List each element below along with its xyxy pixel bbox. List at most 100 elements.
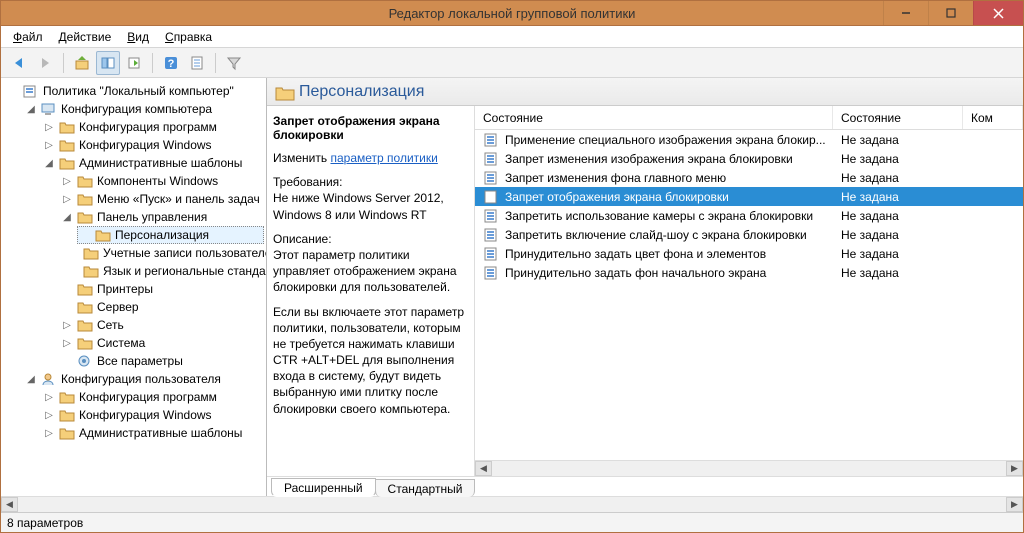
collapse-icon[interactable]: ◢ (25, 103, 37, 115)
expand-icon[interactable]: ▷ (43, 391, 55, 403)
expand-icon[interactable]: ▷ (61, 319, 73, 331)
menu-action[interactable]: Действие (53, 28, 118, 46)
close-button[interactable] (973, 1, 1023, 25)
minimize-button[interactable] (883, 1, 928, 25)
window-body: Файл Действие Вид Справка ? (0, 26, 1024, 533)
status-text: 8 параметров (7, 516, 83, 530)
window-title: Редактор локальной групповой политики (389, 6, 636, 21)
tree-network[interactable]: ▷Сеть (59, 316, 264, 334)
tree-control-panel[interactable]: ◢Панель управления (59, 208, 264, 226)
policy-name-text: Принудительно задать фон начального экра… (505, 266, 766, 280)
export-button[interactable] (122, 51, 146, 75)
policy-row[interactable]: Запретить использование камеры с экрана … (475, 206, 1023, 225)
tree-start-taskbar[interactable]: ▷Меню «Пуск» и панель задач (59, 190, 264, 208)
menu-file[interactable]: Файл (7, 28, 49, 46)
expand-icon[interactable]: ▷ (43, 409, 55, 421)
folder-icon (95, 228, 111, 242)
edit-line: Изменить параметр политики (273, 150, 464, 166)
window-buttons (883, 1, 1023, 25)
tree-win-config[interactable]: ▷Конфигурация Windows (41, 136, 264, 154)
user-icon (41, 372, 57, 386)
maximize-button[interactable] (928, 1, 973, 25)
policy-name-cell: Применение специального изображения экра… (475, 132, 833, 148)
content: Политика "Локальный компьютер" ◢ Конфигу… (1, 78, 1023, 496)
policy-icon (483, 170, 499, 186)
scroll-track[interactable] (492, 461, 1006, 476)
policy-row[interactable]: Применение специального изображения экра… (475, 130, 1023, 149)
tree-u-admin-tpl[interactable]: ▷Административные шаблоны (41, 424, 264, 442)
menu-help[interactable]: Справка (159, 28, 218, 46)
tree-user-config[interactable]: ◢Конфигурация пользователя (23, 370, 264, 388)
folder-icon (77, 318, 93, 332)
back-button[interactable] (7, 51, 31, 75)
policy-row[interactable]: Принудительно задать цвет фона и элемент… (475, 244, 1023, 263)
collapse-icon[interactable]: ◢ (61, 211, 73, 223)
tree-admin-templates[interactable]: ◢Административные шаблоны (41, 154, 264, 172)
policy-row[interactable]: Запрет отображения экрана блокировкиНе з… (475, 187, 1023, 206)
up-button[interactable] (70, 51, 94, 75)
menu-view[interactable]: Вид (121, 28, 155, 46)
tree-u-win-config[interactable]: ▷Конфигурация Windows (41, 406, 264, 424)
properties-button[interactable] (185, 51, 209, 75)
folder-icon (83, 264, 99, 278)
description-text: Описание: Этот параметр политики управля… (273, 231, 464, 296)
tree-computer-config[interactable]: ◢ Конфигурация компьютера (23, 100, 264, 118)
folder-icon (59, 390, 75, 404)
scroll-track[interactable] (18, 497, 1006, 512)
tree-root[interactable]: Политика "Локальный компьютер" (5, 82, 264, 100)
column-comment[interactable]: Ком (963, 106, 1023, 129)
tree-server[interactable]: Сервер (59, 298, 264, 316)
policy-state-cell: Не задана (833, 171, 963, 185)
tree-pane[interactable]: Политика "Локальный компьютер" ◢ Конфигу… (1, 78, 267, 496)
tree-printers[interactable]: Принтеры (59, 280, 264, 298)
expand-icon[interactable]: ▷ (61, 337, 73, 349)
filter-button[interactable] (222, 51, 246, 75)
policy-state-cell: Не задана (833, 190, 963, 204)
scroll-left-button[interactable]: ◀ (475, 461, 492, 476)
tree-system[interactable]: ▷Система (59, 334, 264, 352)
folder-icon (59, 156, 75, 170)
policy-name-cell: Принудительно задать цвет фона и элемент… (475, 246, 833, 262)
tab-standard[interactable]: Стандартный (375, 479, 476, 497)
column-headers: Состояние Состояние Ком (475, 106, 1023, 130)
tree: Политика "Локальный компьютер" ◢ Конфигу… (3, 82, 264, 442)
policy-name-text: Запрет изменения фона главного меню (505, 171, 726, 185)
scroll-left-button[interactable]: ◀ (1, 497, 18, 512)
outer-horizontal-scrollbar[interactable]: ◀ ▶ (1, 496, 1023, 512)
policy-name-cell: Запрет отображения экрана блокировки (475, 189, 833, 205)
tree-personalization[interactable]: Персонализация (77, 226, 264, 244)
expand-icon[interactable]: ▷ (61, 175, 73, 187)
forward-button[interactable] (33, 51, 57, 75)
expand-icon[interactable]: ▷ (43, 139, 55, 151)
folder-icon (59, 426, 75, 440)
expand-icon[interactable]: ▷ (43, 121, 55, 133)
policy-state-cell: Не задана (833, 133, 963, 147)
scroll-right-button[interactable]: ▶ (1006, 461, 1023, 476)
collapse-icon[interactable]: ◢ (25, 373, 37, 385)
horizontal-scrollbar[interactable]: ◀ ▶ (475, 460, 1023, 476)
policy-name-text: Запретить использование камеры с экрана … (505, 209, 813, 223)
help-button[interactable]: ? (159, 51, 183, 75)
tree-all-params[interactable]: Все параметры (59, 352, 264, 370)
tab-extended[interactable]: Расширенный (271, 478, 376, 497)
view-tabs: Расширенный Стандартный (267, 476, 1023, 496)
policy-row[interactable]: Запрет изменения изображения экрана блок… (475, 149, 1023, 168)
collapse-icon[interactable]: ◢ (43, 157, 55, 169)
policy-row[interactable]: Запрет изменения фона главного меню Не за… (475, 168, 1023, 187)
tree-win-components[interactable]: ▷Компоненты Windows (59, 172, 264, 190)
svg-text:?: ? (168, 58, 175, 70)
tree-user-accounts[interactable]: Учетные записи пользователей (77, 244, 264, 262)
expand-icon[interactable]: ▷ (43, 427, 55, 439)
column-name[interactable]: Состояние (475, 106, 833, 129)
tree-prog-config[interactable]: ▷Конфигурация программ (41, 118, 264, 136)
policy-name-text: Принудительно задать цвет фона и элемент… (505, 247, 766, 261)
policy-row[interactable]: Принудительно задать фон начального экра… (475, 263, 1023, 282)
edit-policy-link[interactable]: параметр политики (330, 151, 437, 165)
policy-row[interactable]: Запретить включение слайд-шоу с экрана б… (475, 225, 1023, 244)
tree-lang-region[interactable]: Язык и региональные стандарты (77, 262, 264, 280)
column-state[interactable]: Состояние (833, 106, 963, 129)
scroll-right-button[interactable]: ▶ (1006, 497, 1023, 512)
show-tree-button[interactable] (96, 51, 120, 75)
expand-icon[interactable]: ▷ (61, 193, 73, 205)
tree-u-prog-config[interactable]: ▷Конфигурация программ (41, 388, 264, 406)
